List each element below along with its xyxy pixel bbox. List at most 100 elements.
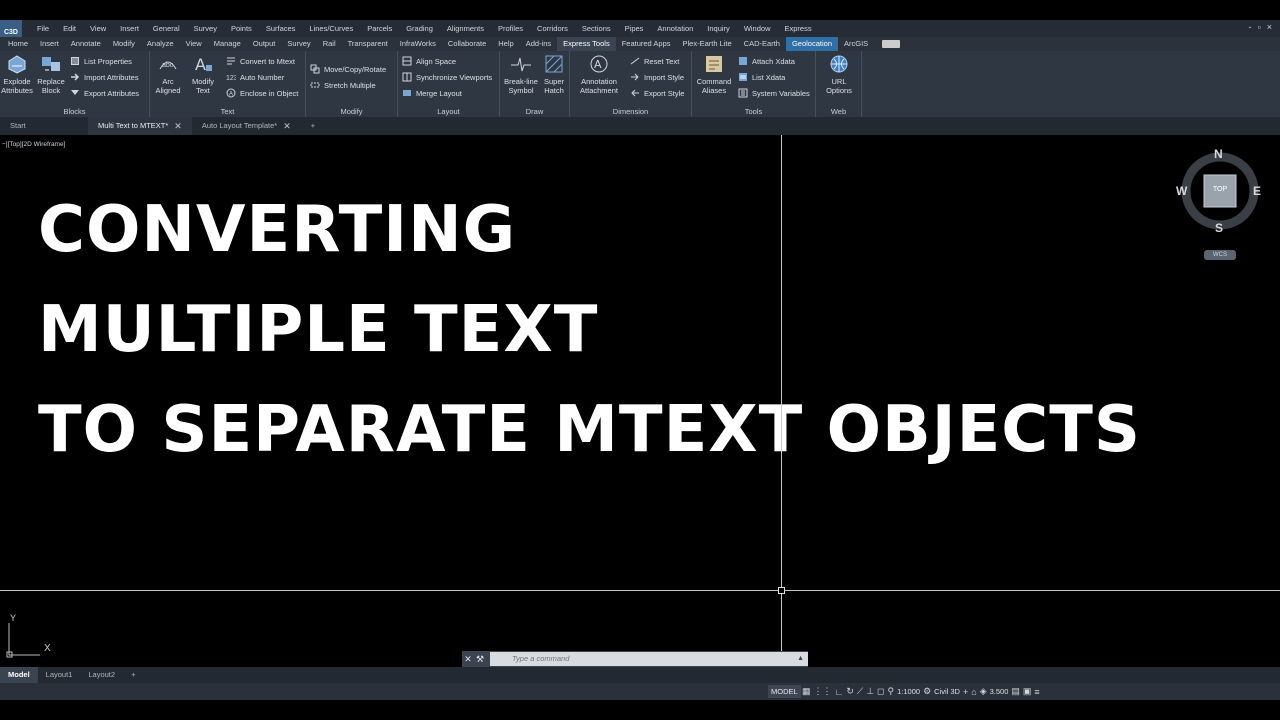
polar-icon[interactable]: ↻ — [846, 686, 854, 697]
menu-grading[interactable]: Grading — [399, 24, 440, 33]
minimize-button[interactable]: - — [1249, 22, 1252, 32]
viewcube-west[interactable]: W — [1176, 184, 1187, 198]
isolate-icon[interactable]: ⌂ — [971, 687, 976, 697]
new-tab-button[interactable]: + — [301, 117, 325, 135]
arc-aligned-button[interactable]: abc Arc Aligned — [152, 53, 184, 95]
model-space-toggle[interactable]: MODEL — [768, 685, 801, 698]
export-attributes-button[interactable]: Export Attributes — [70, 87, 139, 99]
drawing-viewport[interactable]: −][Top][2D Wireframe] CONVERTING MULTIPL… — [0, 135, 1280, 667]
clean-screen-icon[interactable]: ▣ — [1023, 686, 1032, 697]
tab-layout1[interactable]: Layout1 — [38, 667, 81, 683]
break-line-symbol-button[interactable]: Break-line Symbol — [502, 53, 540, 95]
viewcube[interactable]: N S E W TOP — [1176, 145, 1266, 245]
menu-survey[interactable]: Survey — [187, 24, 224, 33]
merge-layout-button[interactable]: Merge Layout — [402, 87, 462, 99]
panel-text-title[interactable]: Text — [150, 107, 305, 116]
attach-xdata-button[interactable]: Attach Xdata — [738, 55, 795, 67]
list-properties-button[interactable]: List Properties — [70, 55, 132, 67]
explode-attributes-button[interactable]: Explode Attributes — [1, 53, 33, 95]
tab-geolocation[interactable]: Geolocation — [785, 37, 838, 51]
object-snap-tracking-icon[interactable]: ⊥ — [866, 686, 874, 697]
menu-surfaces[interactable]: Surfaces — [259, 24, 303, 33]
annotation-scale[interactable]: 1:1000 — [897, 687, 920, 696]
units-icon[interactable]: ◈ — [980, 686, 987, 697]
menu-annotation[interactable]: Annotation — [650, 24, 700, 33]
panel-dimension-title[interactable]: Dimension — [570, 107, 691, 116]
close-tab-icon[interactable]: ✕ — [174, 117, 182, 135]
menu-file[interactable]: File — [30, 24, 56, 33]
panel-draw-title[interactable]: Draw — [500, 107, 569, 116]
add-layout-button[interactable]: + — [123, 667, 143, 683]
menu-general[interactable]: General — [146, 24, 187, 33]
modify-text-button[interactable]: A Modify Text — [188, 53, 218, 95]
tab-transparent[interactable]: Transparent — [342, 37, 394, 51]
ortho-icon[interactable]: ∟ — [835, 687, 844, 697]
menu-corridors[interactable]: Corridors — [530, 24, 575, 33]
workspace-switch[interactable]: Civil 3D — [934, 687, 960, 696]
system-variables-button[interactable]: System Variables — [738, 87, 810, 99]
viewport-controls-label[interactable]: −][Top][2D Wireframe] — [2, 141, 65, 148]
status-value[interactable]: 3.500 — [990, 687, 1009, 696]
move-copy-rotate-button[interactable]: Move/Copy/Rotate — [310, 63, 386, 75]
tab-add-ins[interactable]: Add-ins — [520, 37, 557, 51]
tab-annotate[interactable]: Annotate — [65, 37, 107, 51]
grid-icon[interactable]: ▦ — [802, 686, 811, 697]
viewcube-north[interactable]: N — [1214, 147, 1223, 161]
hardware-acceleration-icon[interactable]: ▤ — [1011, 686, 1020, 697]
tab-view[interactable]: View — [180, 37, 208, 51]
tab-help[interactable]: Help — [492, 37, 519, 51]
tab-infraworks[interactable]: InfraWorks — [394, 37, 442, 51]
tab-analyze[interactable]: Analyze — [141, 37, 180, 51]
panel-blocks-title[interactable]: Blocks — [0, 107, 149, 116]
convert-to-mtext-button[interactable]: Convert to Mtext — [226, 55, 295, 67]
list-xdata-button[interactable]: List Xdata — [738, 71, 785, 83]
tab-manage[interactable]: Manage — [208, 37, 247, 51]
super-hatch-button[interactable]: Super Hatch — [540, 53, 568, 95]
chevron-up-icon[interactable]: ▲ — [797, 652, 804, 666]
gear-icon[interactable]: ⚙ — [923, 686, 931, 697]
tab-rail[interactable]: Rail — [317, 37, 342, 51]
close-icon[interactable]: ✕ — [462, 654, 474, 665]
panel-tools-title[interactable]: Tools — [692, 107, 815, 116]
menu-points[interactable]: Points — [224, 24, 259, 33]
viewcube-top-face[interactable]: TOP — [1208, 186, 1232, 193]
tab-model[interactable]: Model — [0, 667, 38, 683]
tab-insert[interactable]: Insert — [34, 37, 65, 51]
tab-collaborate[interactable]: Collaborate — [442, 37, 492, 51]
isodraft-icon[interactable]: ⟋ — [857, 686, 863, 697]
tab-featured-apps[interactable]: Featured Apps — [616, 37, 677, 51]
snap-icon[interactable]: ⋮⋮ — [814, 686, 832, 697]
align-space-button[interactable]: Align Space — [402, 55, 456, 67]
import-style-button[interactable]: Import Style — [630, 71, 684, 83]
tab-modify[interactable]: Modify — [107, 37, 141, 51]
menu-view[interactable]: View — [83, 24, 113, 33]
menu-pipes[interactable]: Pipes — [618, 24, 651, 33]
ribbon-options-icon[interactable] — [882, 40, 901, 48]
annotation-attachment-button[interactable]: A Annotation Attachment — [572, 53, 626, 95]
doc-tab-auto-layout[interactable]: Auto Layout Template* ✕ — [192, 117, 301, 135]
menu-lines-curves[interactable]: Lines/Curves — [302, 24, 360, 33]
menu-parcels[interactable]: Parcels — [360, 24, 399, 33]
replace-block-button[interactable]: Replace Block — [36, 53, 66, 95]
command-input[interactable]: Type a command ▲ — [490, 652, 808, 666]
tab-survey[interactable]: Survey — [281, 37, 316, 51]
menu-insert[interactable]: Insert — [113, 24, 146, 33]
tab-plex-earth-lite[interactable]: Plex-Earth Lite — [677, 37, 738, 51]
synchronize-viewports-button[interactable]: Synchronize Viewports — [402, 71, 492, 83]
menu-express[interactable]: Express — [778, 24, 819, 33]
menu-window[interactable]: Window — [737, 24, 778, 33]
import-attributes-button[interactable]: Import Attributes — [70, 71, 139, 83]
tab-express-tools[interactable]: Express Tools — [557, 37, 616, 51]
object-snap-icon[interactable]: ◻ — [877, 686, 884, 697]
wrench-icon[interactable]: ⚒ — [474, 654, 486, 665]
annotation-visibility-icon[interactable]: ⚲ — [888, 686, 895, 697]
tab-home[interactable]: Home — [2, 37, 34, 51]
close-tab-icon[interactable]: ✕ — [283, 117, 291, 135]
menu-edit[interactable]: Edit — [56, 24, 83, 33]
viewcube-east[interactable]: E — [1253, 184, 1261, 198]
export-style-button[interactable]: Export Style — [630, 87, 684, 99]
menu-sections[interactable]: Sections — [575, 24, 618, 33]
url-options-button[interactable]: URL Options — [820, 53, 858, 95]
tab-layout2[interactable]: Layout2 — [80, 667, 123, 683]
panel-modify-title[interactable]: Modify — [306, 107, 397, 116]
